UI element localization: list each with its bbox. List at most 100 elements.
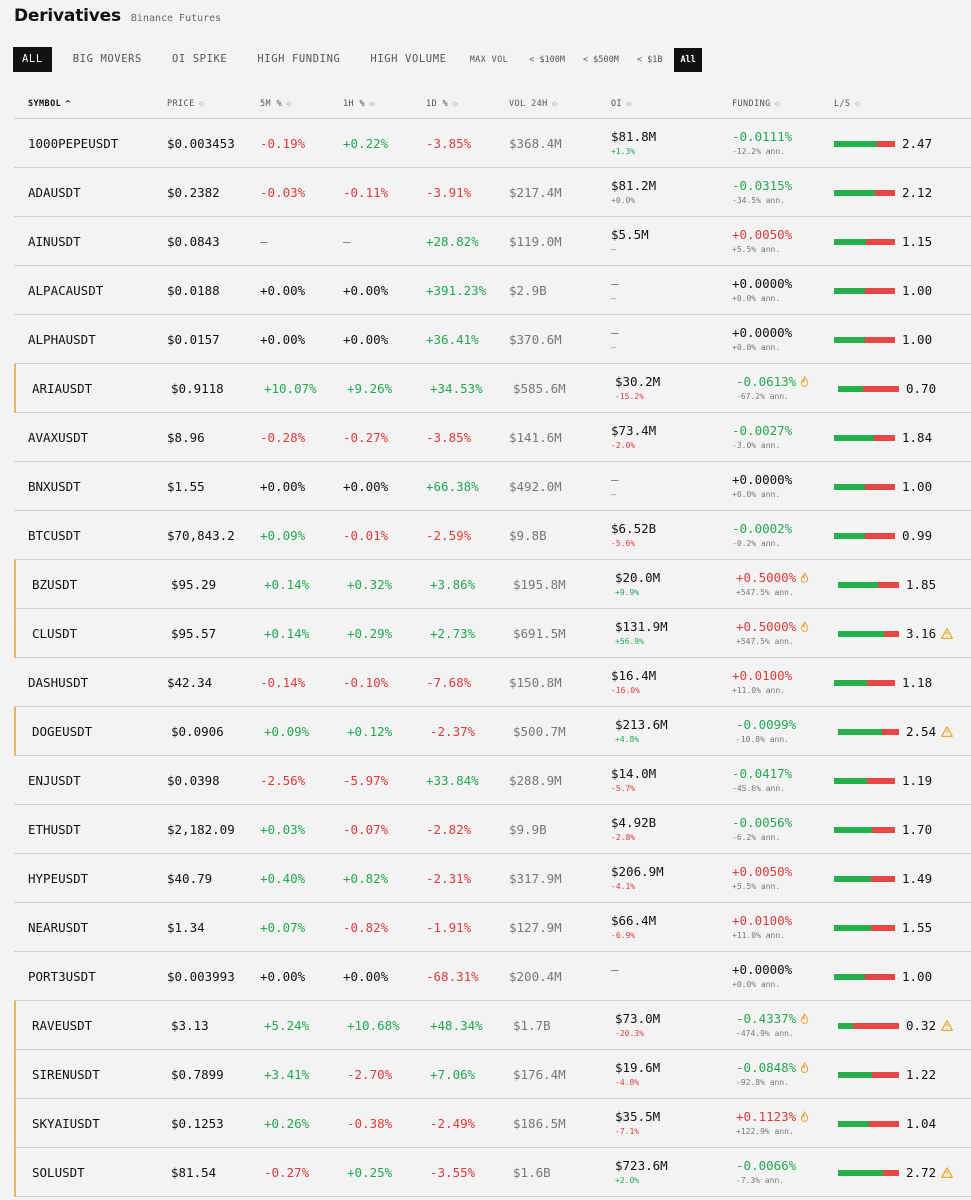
- table-row[interactable]: SOLUSDT $81.54 -0.27% +0.25% -3.55% $1.6B $723…: [14, 1148, 971, 1197]
- table-row[interactable]: ADAUSDT $0.2382 -0.03% -0.11% -3.91% $217.4M $…: [14, 168, 971, 217]
- table-row[interactable]: HYPEUSDT $40.79 +0.40% +0.82% -2.31% $317.9M $…: [14, 854, 971, 903]
- symbol-cell[interactable]: ALPHAUSDT: [28, 315, 96, 364]
- symbol-cell[interactable]: AVAXUSDT: [28, 413, 88, 462]
- symbol-cell[interactable]: DOGEUSDT: [32, 707, 92, 756]
- column-header-symbol[interactable]: SYMBOL ^: [28, 92, 71, 116]
- symbol-cell[interactable]: BTCUSDT: [28, 511, 81, 560]
- column-header-oi[interactable]: OI ◇: [611, 92, 632, 116]
- table-row[interactable]: ETHUSDT $2,182.09 +0.03% -0.07% -2.82% $9.9B $…: [14, 805, 971, 854]
- open-interest-cell: $723.6M +2.0%: [615, 1157, 668, 1187]
- table-row[interactable]: ENJUSDT $0.0398 -2.56% -5.97% +33.84% $288.9M…: [14, 756, 971, 805]
- long-short-bar: [834, 238, 895, 245]
- long-short-bar: [834, 875, 895, 882]
- table-row[interactable]: SKYAIUSDT $0.1253 +0.26% -0.38% -2.49% $186.5…: [14, 1099, 971, 1148]
- table-row[interactable]: BNXUSDT $1.55 +0.00% +0.00% +66.38% $492.0M — —…: [14, 462, 971, 511]
- warning-icon: [941, 1167, 953, 1178]
- price-cell: $70,843.2: [167, 528, 235, 543]
- sort-icon[interactable]: ◇: [369, 93, 375, 115]
- change-d1-cell: +2.73%: [430, 626, 476, 641]
- filter-tab-oi-spike[interactable]: OI SPIKE: [163, 47, 236, 72]
- symbol-cell[interactable]: SIRENUSDT: [32, 1050, 100, 1099]
- sort-icon[interactable]: ◇: [199, 93, 205, 115]
- table-row[interactable]: CLUSDT $95.57 +0.14% +0.29% +2.73% $691.5M $13…: [14, 609, 971, 658]
- max-vol-option[interactable]: < $500M: [577, 48, 625, 72]
- symbol-cell[interactable]: NEARUSDT: [28, 903, 88, 952]
- volume-cell: $217.4M: [509, 185, 562, 200]
- symbol-cell[interactable]: AINUSDT: [28, 217, 81, 266]
- symbol-cell[interactable]: SKYAIUSDT: [32, 1099, 100, 1148]
- table-row[interactable]: ALPHAUSDT $0.0157 +0.00% +0.00% +36.41% $370.…: [14, 315, 971, 364]
- table-row[interactable]: RAVEUSDT $3.13 +5.24% +10.68% +48.34% $1.7B $7…: [14, 1001, 971, 1050]
- symbol-cell[interactable]: 1000PEPEUSDT: [28, 119, 118, 168]
- table-row[interactable]: ARIAUSDT $0.9118 +10.07% +9.26% +34.53% $585.…: [14, 364, 971, 413]
- max-vol-option[interactable]: < $1B: [631, 48, 669, 72]
- column-header-ls[interactable]: L/S ◇: [834, 92, 860, 116]
- filter-tab-all[interactable]: ALL: [13, 47, 52, 72]
- table-row[interactable]: ALPACAUSDT $0.0188 +0.00% +0.00% +391.23% $2.…: [14, 266, 971, 315]
- table-row[interactable]: BTCUSDT $70,843.2 +0.09% -0.01% -2.59% $9.8B $…: [14, 511, 971, 560]
- funding-rate-value: -0.0066%: [736, 1158, 797, 1173]
- funding-rate: -0.0002%: [732, 520, 792, 537]
- change-m5-cell: -0.19%: [260, 136, 306, 151]
- column-header-h1[interactable]: 1H % ◇: [343, 92, 375, 116]
- change-d1-cell: -2.82%: [426, 822, 472, 837]
- change-m5-cell: +5.24%: [264, 1018, 310, 1033]
- symbol-cell[interactable]: ALPACAUSDT: [28, 266, 103, 315]
- filter-tab-high-funding[interactable]: HIGH FUNDING: [248, 47, 349, 72]
- sort-icon[interactable]: ◇: [855, 93, 861, 115]
- symbol-cell[interactable]: BZUSDT: [32, 560, 77, 609]
- filter-tab-high-volume[interactable]: HIGH VOLUME: [361, 47, 455, 72]
- symbol-cell[interactable]: SOLUSDT: [32, 1148, 85, 1197]
- column-header-price[interactable]: PRICE ◇: [167, 92, 204, 116]
- change-d1-cell: -3.85%: [426, 136, 472, 151]
- symbol-cell[interactable]: CLUSDT: [32, 609, 77, 658]
- column-header-funding[interactable]: FUNDING ◇: [732, 92, 780, 116]
- long-short-cell: 2.72: [838, 1148, 953, 1197]
- volume-cell: $500.7M: [513, 724, 566, 739]
- volume-cell: $1.7B: [513, 1018, 551, 1033]
- sort-icon[interactable]: ◇: [775, 93, 781, 115]
- symbol-cell[interactable]: ENJUSDT: [28, 756, 81, 805]
- table-row[interactable]: 1000PEPEUSDT $0.003453 -0.19% +0.22% -3.85% $…: [14, 119, 971, 168]
- symbol-cell[interactable]: ARIAUSDT: [32, 364, 92, 413]
- symbol-cell[interactable]: DASHUSDT: [28, 658, 88, 707]
- symbol-cell[interactable]: ADAUSDT: [28, 168, 81, 217]
- change-d1-cell: +28.82%: [426, 234, 479, 249]
- change-h1-cell: -0.27%: [343, 430, 389, 445]
- symbol-cell[interactable]: HYPEUSDT: [28, 854, 88, 903]
- filter-tab-big-movers[interactable]: BIG MOVERS: [64, 47, 151, 72]
- max-vol-option[interactable]: < $100M: [523, 48, 571, 72]
- change-d1-cell: -3.91%: [426, 185, 472, 200]
- symbol-cell[interactable]: PORT3USDT: [28, 952, 96, 1001]
- column-header-vol[interactable]: VOL 24H ◇: [509, 92, 557, 116]
- sort-icon[interactable]: ◇: [452, 93, 458, 115]
- table-row[interactable]: AVAXUSDT $8.96 -0.28% -0.27% -3.85% $141.6M $7…: [14, 413, 971, 462]
- symbol-cell[interactable]: RAVEUSDT: [32, 1001, 92, 1050]
- sort-asc-icon[interactable]: ^: [65, 93, 71, 115]
- sort-icon[interactable]: ◇: [552, 93, 558, 115]
- volume-cell: $119.0M: [509, 234, 562, 249]
- max-vol-option[interactable]: All: [674, 47, 702, 72]
- table-row[interactable]: DASHUSDT $42.34 -0.14% -0.10% -7.68% $150.8M $…: [14, 658, 971, 707]
- funding-rate: -0.0315%: [732, 177, 792, 194]
- table-header: SYMBOL ^ PRICE ◇ 5M % ◇ 1H % ◇ 1D % ◇ VOL 24H ◇ OI ◇ F…: [14, 92, 971, 119]
- open-interest-cell: $14.0M -5.7%: [611, 765, 656, 795]
- table-row[interactable]: BZUSDT $95.29 +0.14% +0.32% +3.86% $195.8M $20…: [14, 560, 971, 609]
- sort-icon[interactable]: ◇: [626, 93, 632, 115]
- table-row[interactable]: NEARUSDT $1.34 +0.07% -0.82% -1.91% $127.9M $6…: [14, 903, 971, 952]
- table-row[interactable]: PORT3USDT $0.003993 +0.00% +0.00% -68.31% $20…: [14, 952, 971, 1001]
- table-row[interactable]: SIRENUSDT $0.7899 +3.41% -2.70% +7.06% $176.4…: [14, 1050, 971, 1099]
- funding-annualized: +11.0% ann.: [732, 931, 785, 940]
- symbol-cell[interactable]: BNXUSDT: [28, 462, 81, 511]
- open-interest-value: $206.9M: [611, 864, 664, 879]
- table-row[interactable]: DOGEUSDT $0.0906 +0.09% +0.12% -2.37% $500.7M…: [14, 707, 971, 756]
- column-header-m5[interactable]: 5M % ◇: [260, 92, 292, 116]
- open-interest-change: -2.0%: [611, 441, 636, 450]
- change-h1-cell: -0.10%: [343, 675, 389, 690]
- change-h1-cell: +0.00%: [343, 479, 389, 494]
- change-d1-cell: +33.84%: [426, 773, 479, 788]
- symbol-cell[interactable]: ETHUSDT: [28, 805, 81, 854]
- sort-icon[interactable]: ◇: [286, 93, 292, 115]
- table-row[interactable]: AINUSDT $0.0843 — — +28.82% $119.0M $5.5M — +0.0…: [14, 217, 971, 266]
- column-header-d1[interactable]: 1D % ◇: [426, 92, 458, 116]
